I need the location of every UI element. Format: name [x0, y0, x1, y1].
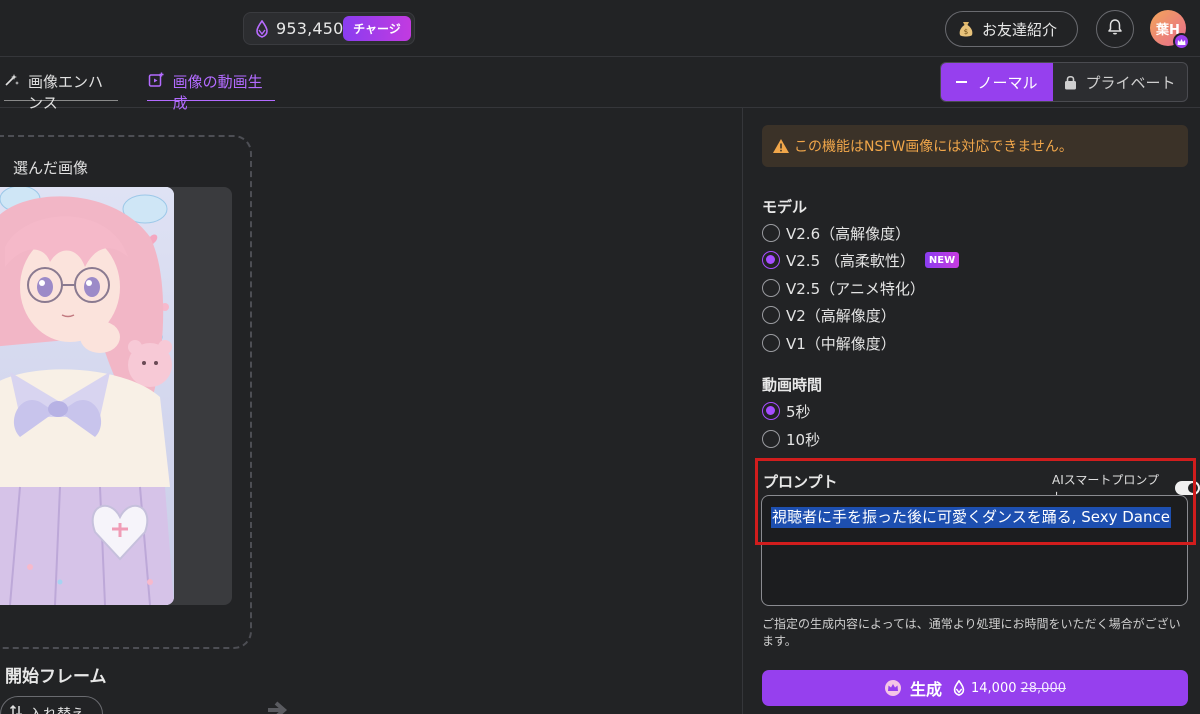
- generate-label: 生成: [909, 680, 942, 699]
- avatar[interactable]: 葉H: [1150, 10, 1190, 50]
- radio-button[interactable]: [762, 224, 780, 242]
- model-option-v2[interactable]: V2（高解像度）: [762, 305, 896, 325]
- selected-image-preview[interactable]: [0, 187, 174, 605]
- enhance-icon: [4, 71, 20, 89]
- nsfw-warning: この機能はNSFW画像には対応できません。: [762, 125, 1188, 167]
- swap-icon: [9, 704, 23, 714]
- generate-old-price: 28,000: [1020, 680, 1067, 696]
- credits-value: 953,450: [276, 19, 344, 38]
- mode-private-label: プライベート: [1085, 73, 1176, 92]
- invite-label: お友達紹介: [982, 20, 1058, 39]
- mode-private-button[interactable]: プライベート: [1053, 63, 1187, 101]
- tab-image-enhance-label: 画像エンハンス: [28, 73, 104, 112]
- feature-tabs-bar: 画像エンハンス 画像の動画生成 ノーマル プライベート: [0, 57, 1200, 112]
- duration-option-5s[interactable]: 5秒: [762, 401, 811, 421]
- notification-button[interactable]: [1096, 10, 1134, 48]
- credit-icon: [951, 680, 967, 696]
- model-option-label: V2.5（アニメ特化）: [786, 279, 925, 298]
- top-bar: 953,450 チャージ $ お友達紹介 葉H: [0, 0, 1200, 57]
- swap-button[interactable]: 入れ替え: [0, 696, 103, 714]
- model-option-v2-5-flex[interactable]: V2.5 （高柔軟性） NEW: [762, 250, 960, 270]
- svg-text:$: $: [964, 28, 968, 36]
- radio-button-selected[interactable]: [762, 251, 780, 269]
- warning-text: この機能はNSFW画像には対応できません。: [794, 139, 1073, 155]
- swap-label: 入れ替え: [29, 704, 85, 714]
- duration-section-title: 動画時間: [762, 376, 823, 394]
- prompt-highlight-annotation: [755, 458, 1196, 545]
- radio-button[interactable]: [762, 279, 780, 297]
- radio-button-selected[interactable]: [762, 402, 780, 420]
- model-option-v1[interactable]: V1（中解像度）: [762, 333, 896, 353]
- warning-icon: [772, 138, 790, 154]
- processing-time-note: ご指定の生成内容によっては、通常より処理にお時間をいただく場合がございます。: [762, 617, 1181, 648]
- tab-image-enhance[interactable]: 画像エンハンス: [4, 71, 118, 112]
- selected-image-label: 選んだ画像: [13, 159, 89, 177]
- new-badge: NEW: [924, 252, 960, 268]
- duration-option-10s[interactable]: 10秒: [762, 429, 820, 449]
- model-option-v2-5-anime[interactable]: V2.5（アニメ特化）: [762, 278, 925, 298]
- mode-toggle: ノーマル プライベート: [940, 62, 1188, 102]
- arrow-right-icon: [266, 700, 290, 714]
- generate-price: 14,000: [971, 680, 1017, 696]
- invite-friends-button[interactable]: $ お友達紹介: [945, 11, 1078, 47]
- mode-normal-button[interactable]: ノーマル: [941, 63, 1053, 101]
- radio-button[interactable]: [762, 334, 780, 352]
- mode-normal-label: ノーマル: [977, 73, 1038, 92]
- model-option-label: V2.5 （高柔軟性）: [786, 251, 915, 270]
- generate-button[interactable]: 生成 14,000 28,000: [762, 670, 1188, 706]
- tab-image-to-video[interactable]: 画像の動画生成: [147, 71, 275, 112]
- model-option-label: V2（高解像度）: [786, 306, 896, 325]
- model-option-label: V1（中解像度）: [786, 334, 896, 353]
- dash-icon: [956, 81, 968, 83]
- radio-button[interactable]: [762, 306, 780, 324]
- lock-icon: [1064, 75, 1077, 90]
- radio-button[interactable]: [762, 430, 780, 448]
- duration-option-label: 5秒: [786, 402, 811, 421]
- start-frame-title: 開始フレーム: [5, 667, 107, 687]
- money-bag-icon: $: [956, 19, 976, 39]
- model-option-v2-6[interactable]: V2.6（高解像度）: [762, 223, 910, 243]
- model-section-title: モデル: [762, 198, 808, 216]
- model-option-label: V2.6（高解像度）: [786, 224, 911, 243]
- bell-icon: [1106, 18, 1124, 40]
- charge-button[interactable]: チャージ: [343, 16, 411, 41]
- crown-icon: [884, 680, 902, 696]
- credits-display: 953,450 チャージ: [243, 12, 415, 45]
- credit-icon: [253, 19, 271, 38]
- video-generate-icon: [147, 71, 165, 89]
- duration-option-label: 10秒: [786, 430, 821, 449]
- tab-image-to-video-label: 画像の動画生成: [172, 73, 263, 112]
- premium-crown-icon: [1173, 33, 1190, 50]
